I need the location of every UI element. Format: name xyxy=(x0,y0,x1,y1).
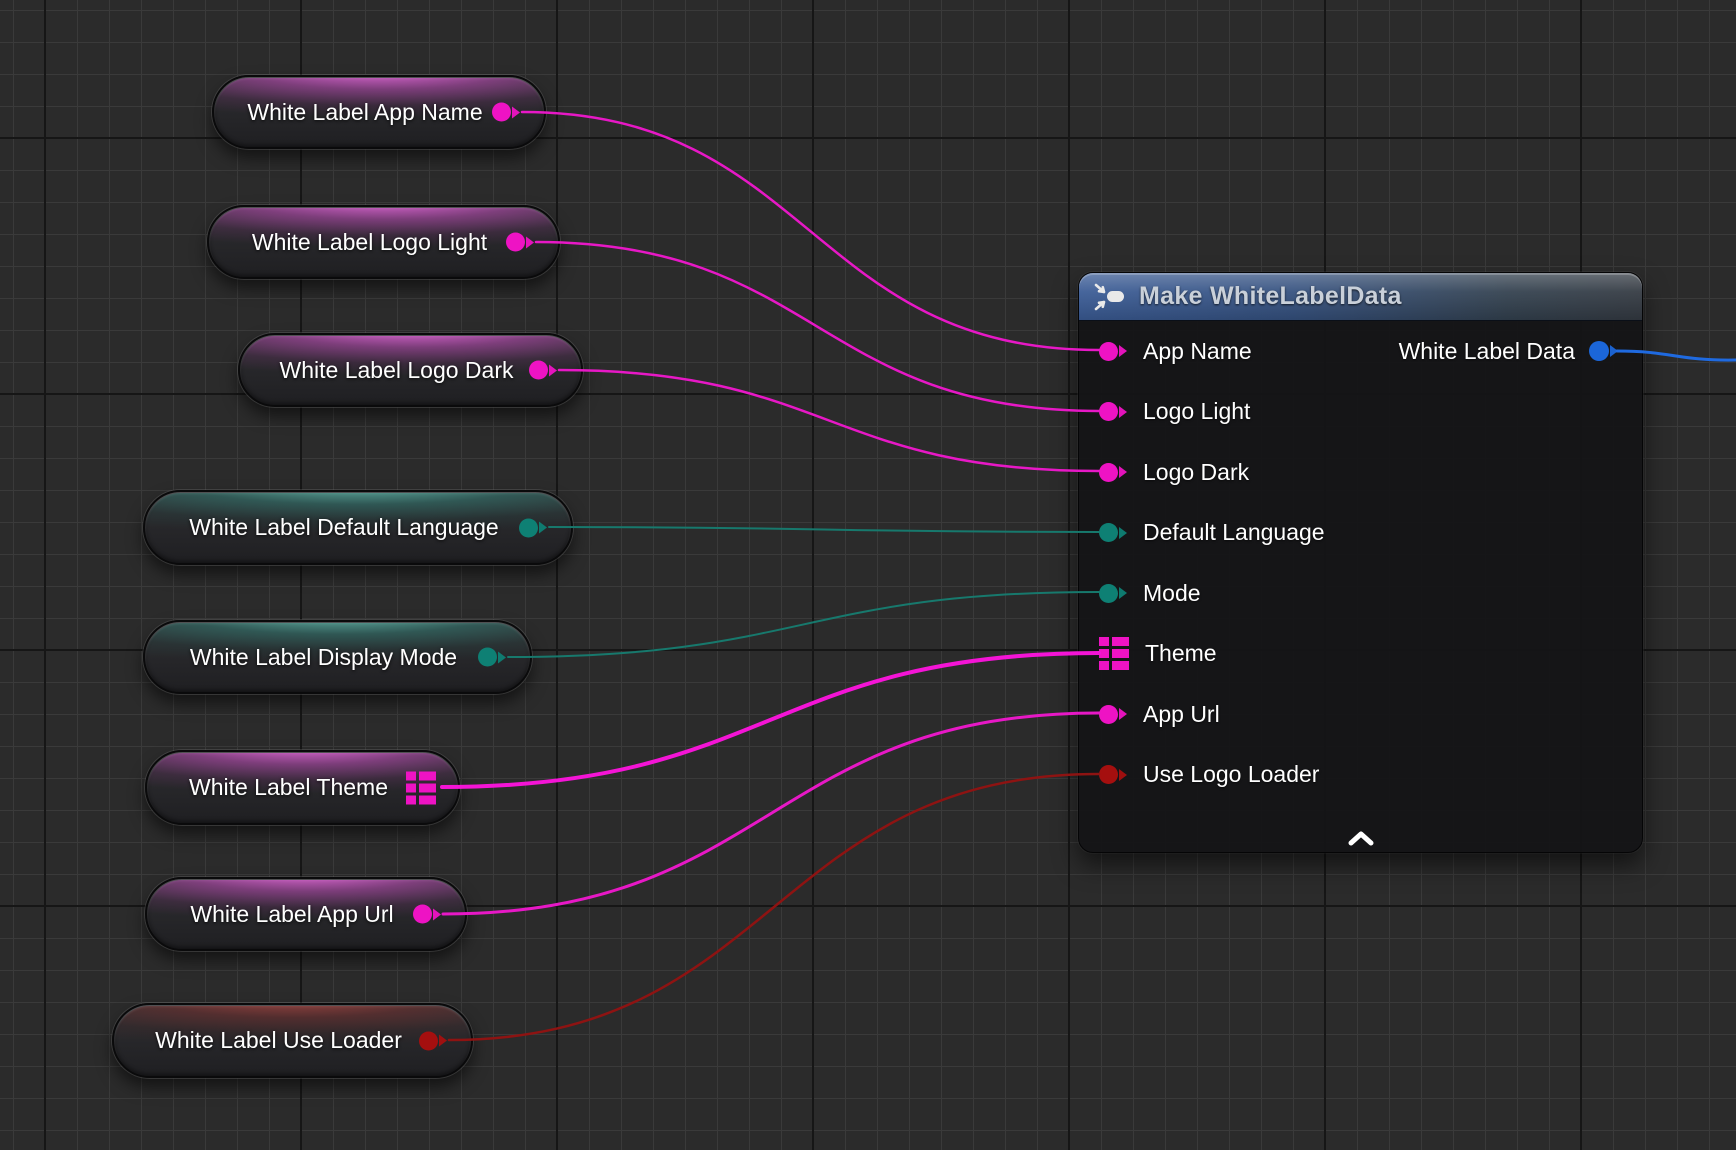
input-pin-logo-light[interactable] xyxy=(1099,402,1127,421)
getter-node-white-label-theme[interactable]: White Label Theme xyxy=(145,750,460,825)
input-label: Theme xyxy=(1145,640,1217,667)
input-pin-app-name[interactable] xyxy=(1099,342,1127,361)
wire-logo-light[interactable] xyxy=(536,242,1099,411)
blueprint-graph-canvas[interactable]: White Label App Name White Label Logo Li… xyxy=(0,0,1736,1150)
node-header[interactable]: Make WhiteLabelData xyxy=(1079,273,1642,321)
input-label: Use Logo Loader xyxy=(1143,761,1319,788)
getter-label: White Label Theme xyxy=(165,774,440,801)
input-pin-theme-struct[interactable] xyxy=(1099,637,1129,670)
input-label: Logo Dark xyxy=(1143,459,1249,486)
pin-row-logo-dark: Logo Dark xyxy=(1079,442,1642,503)
getter-label: White Label Use Loader xyxy=(131,1027,454,1054)
output-label: White Label Data xyxy=(1399,338,1575,365)
node-title: Make WhiteLabelData xyxy=(1139,282,1402,311)
enum-output-pin[interactable] xyxy=(519,518,547,537)
string-output-pin[interactable] xyxy=(506,233,534,252)
getter-node-white-label-app-url[interactable]: White Label App Url xyxy=(145,877,467,951)
pin-row-app-name: App Name White Label Data xyxy=(1079,321,1642,382)
getter-node-white-label-use-loader[interactable]: White Label Use Loader xyxy=(112,1003,473,1078)
input-label: App Url xyxy=(1143,701,1220,728)
enum-output-pin[interactable] xyxy=(478,648,506,667)
getter-node-white-label-app-name[interactable]: White Label App Name xyxy=(212,75,546,149)
input-pin-mode[interactable] xyxy=(1099,584,1127,603)
input-label: Mode xyxy=(1143,580,1201,607)
input-pin-logo-dark[interactable] xyxy=(1099,463,1127,482)
chevron-up-icon xyxy=(1347,831,1375,846)
getter-label: White Label Logo Dark xyxy=(256,357,566,384)
getter-label: White Label Logo Light xyxy=(228,229,539,256)
wire-app-url[interactable] xyxy=(443,713,1099,914)
getter-label: White Label Default Language xyxy=(165,514,550,541)
input-label: Logo Light xyxy=(1143,398,1250,425)
output-row-white-label-data: White Label Data xyxy=(1399,321,1618,382)
input-label: App Name xyxy=(1143,338,1252,365)
wire-display-mode[interactable] xyxy=(508,592,1099,657)
input-pin-app-url[interactable] xyxy=(1099,705,1127,724)
collapse-node-button[interactable] xyxy=(1079,831,1642,846)
getter-node-white-label-default-language[interactable]: White Label Default Language xyxy=(143,490,573,565)
getter-label: White Label App Url xyxy=(166,901,445,928)
pin-row-use-logo-loader: Use Logo Loader xyxy=(1079,745,1642,806)
string-output-pin[interactable] xyxy=(492,103,520,122)
pin-row-default-language: Default Language xyxy=(1079,503,1642,564)
input-pin-default-language[interactable] xyxy=(1099,523,1127,542)
getter-node-white-label-logo-dark[interactable]: White Label Logo Dark xyxy=(238,333,583,407)
bool-output-pin[interactable] xyxy=(419,1031,447,1050)
pin-row-mode: Mode xyxy=(1079,563,1642,624)
string-output-pin[interactable] xyxy=(529,361,557,380)
string-output-pin[interactable] xyxy=(413,905,441,924)
getter-node-white-label-display-mode[interactable]: White Label Display Mode xyxy=(143,620,532,694)
wire-app-name[interactable] xyxy=(522,112,1099,350)
make-whitelabeldata-node[interactable]: Make WhiteLabelData App Name White Label… xyxy=(1078,272,1643,853)
wire-default-language[interactable] xyxy=(549,527,1099,532)
getter-node-white-label-logo-light[interactable]: White Label Logo Light xyxy=(207,205,560,279)
getter-label: White Label App Name xyxy=(223,99,534,126)
wire-logo-dark[interactable] xyxy=(559,370,1099,471)
input-pin-use-logo-loader[interactable] xyxy=(1099,765,1127,784)
output-pin-white-label-data[interactable] xyxy=(1589,341,1618,361)
pin-row-app-url: App Url xyxy=(1079,684,1642,745)
make-struct-icon xyxy=(1093,282,1127,312)
getter-label: White Label Display Mode xyxy=(166,644,509,671)
pin-row-logo-light: Logo Light xyxy=(1079,382,1642,443)
input-label: Default Language xyxy=(1143,519,1325,546)
pin-row-theme: Theme xyxy=(1079,624,1642,685)
